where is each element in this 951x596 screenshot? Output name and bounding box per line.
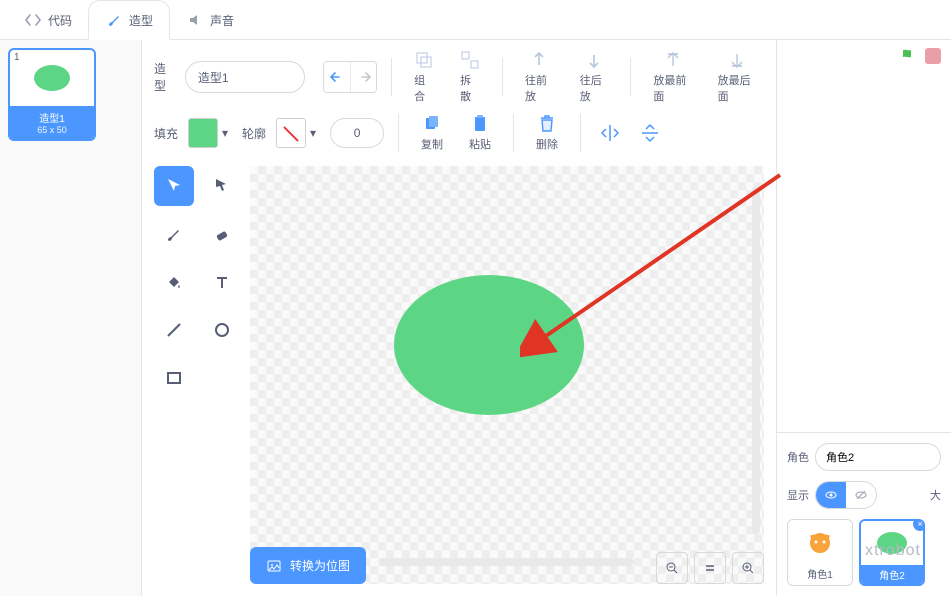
costume-dimensions: 65 x 50 bbox=[10, 125, 94, 135]
flip-vertical-button[interactable] bbox=[635, 118, 665, 148]
flip-horizontal-button[interactable] bbox=[595, 118, 625, 148]
costume-name: 造型1 bbox=[10, 110, 94, 125]
brush-tool[interactable] bbox=[154, 214, 194, 254]
tab-code[interactable]: 代码 bbox=[8, 1, 88, 39]
sprite-1-label: 角色1 bbox=[788, 564, 852, 583]
ungroup-button[interactable]: 拆散 bbox=[452, 50, 488, 104]
stage-preview[interactable] bbox=[777, 72, 951, 433]
select-tool[interactable] bbox=[154, 166, 194, 206]
tab-sounds-label: 声音 bbox=[210, 12, 234, 29]
costume-list: 1 造型1 65 x 50 bbox=[0, 40, 142, 596]
costume-label: 造型 bbox=[154, 60, 175, 94]
costume-index: 1 bbox=[14, 52, 20, 63]
stage-column: 角色 显示 大 角色1 × bbox=[776, 40, 951, 596]
stop-icon[interactable] bbox=[925, 48, 941, 64]
zoom-reset-button[interactable] bbox=[694, 552, 726, 584]
costume-preview bbox=[10, 50, 94, 106]
sprite-label: 角色 bbox=[787, 449, 809, 465]
forward-button[interactable]: 往前放 bbox=[517, 50, 562, 104]
sprite-thumb-cat bbox=[788, 520, 852, 564]
costume-editor: 造型 组合 拆散 往前放 bbox=[142, 40, 776, 596]
delete-button[interactable]: 删除 bbox=[528, 114, 566, 152]
fill-label: 填充 bbox=[154, 125, 178, 142]
undo-button[interactable] bbox=[324, 62, 350, 92]
eraser-tool[interactable] bbox=[202, 214, 242, 254]
sprite-2-label: 角色2 bbox=[861, 565, 923, 584]
outline-color-swatch[interactable] bbox=[276, 118, 306, 148]
ellipse-shape[interactable] bbox=[394, 275, 584, 415]
visibility-toggle[interactable] bbox=[815, 481, 877, 509]
brush-icon bbox=[105, 11, 123, 29]
show-on-icon[interactable] bbox=[816, 482, 846, 508]
code-icon bbox=[24, 11, 42, 29]
outline-dropdown[interactable]: ▾ bbox=[306, 118, 320, 148]
fill-tool[interactable] bbox=[154, 262, 194, 302]
sprite-name-input[interactable] bbox=[815, 443, 941, 471]
text-tool[interactable] bbox=[202, 262, 242, 302]
front-button[interactable]: 放最前面 bbox=[645, 50, 699, 104]
fill-color-swatch[interactable] bbox=[188, 118, 218, 148]
backward-button[interactable]: 往后放 bbox=[572, 50, 617, 104]
tab-costumes-label: 造型 bbox=[129, 12, 153, 29]
circle-tool[interactable] bbox=[202, 310, 242, 350]
convert-to-bitmap-button[interactable]: 转换为位图 bbox=[250, 547, 366, 584]
tab-code-label: 代码 bbox=[48, 12, 72, 29]
tool-palette bbox=[154, 166, 242, 584]
costume-thumb[interactable]: 1 造型1 65 x 50 bbox=[8, 48, 96, 141]
delete-sprite-icon[interactable]: × bbox=[913, 519, 925, 531]
image-icon bbox=[266, 558, 282, 574]
tab-sounds[interactable]: 声音 bbox=[170, 1, 250, 39]
fill-dropdown[interactable]: ▾ bbox=[218, 118, 232, 148]
vertical-scrollbar[interactable] bbox=[752, 186, 760, 534]
line-tool[interactable] bbox=[154, 310, 194, 350]
horizontal-scrollbar[interactable] bbox=[380, 558, 634, 566]
reshape-tool[interactable] bbox=[202, 166, 242, 206]
costume-name-input[interactable] bbox=[185, 61, 305, 93]
tab-costumes[interactable]: 造型 bbox=[88, 0, 170, 40]
green-flag-icon[interactable] bbox=[899, 47, 917, 65]
zoom-out-button[interactable] bbox=[656, 552, 688, 584]
rect-tool[interactable] bbox=[154, 358, 194, 398]
back-button[interactable]: 放最后面 bbox=[710, 50, 764, 104]
drawing-canvas[interactable]: 转换为位图 bbox=[250, 166, 764, 584]
group-button[interactable]: 组合 bbox=[406, 50, 442, 104]
outline-width-input[interactable] bbox=[330, 118, 384, 148]
sound-icon bbox=[186, 11, 204, 29]
show-off-icon[interactable] bbox=[846, 482, 876, 508]
size-label: 大 bbox=[930, 487, 941, 503]
zoom-in-button[interactable] bbox=[732, 552, 764, 584]
redo-button[interactable] bbox=[350, 62, 376, 92]
outline-label: 轮廓 bbox=[242, 125, 266, 142]
show-label: 显示 bbox=[787, 487, 809, 503]
sprite-card-1[interactable]: 角色1 bbox=[787, 519, 853, 586]
copy-button[interactable]: 复制 bbox=[413, 114, 451, 152]
watermark: xtrobot bbox=[865, 542, 921, 560]
editor-tabs: 代码 造型 声音 bbox=[0, 0, 951, 40]
paste-button[interactable]: 粘贴 bbox=[461, 114, 499, 152]
